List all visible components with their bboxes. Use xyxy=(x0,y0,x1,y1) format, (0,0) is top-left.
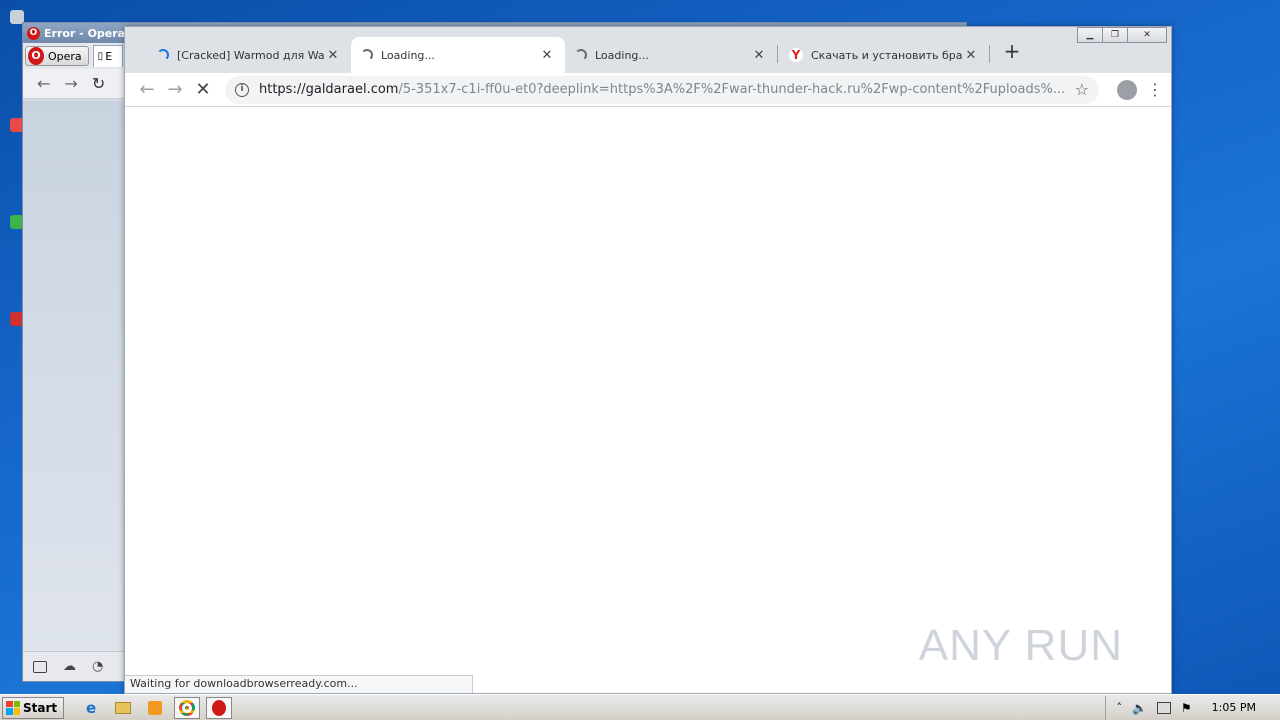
tab-3[interactable]: Loading... ✕ xyxy=(565,37,777,73)
taskbar-ie-icon[interactable]: e xyxy=(78,697,104,719)
loading-spinner-icon xyxy=(575,49,587,61)
speed-dial-icon[interactable]: ◔ xyxy=(92,659,103,674)
tab-title: Loading... xyxy=(595,48,649,62)
taskbar-explorer-icon[interactable] xyxy=(110,697,136,719)
forward-arrow-icon[interactable]: → xyxy=(64,74,77,93)
minimize-button[interactable]: ▁ xyxy=(1077,27,1103,43)
forward-button[interactable]: → xyxy=(161,76,189,104)
kebab-menu-icon[interactable]: ⋮ xyxy=(1147,80,1163,99)
chrome-toolbar: ← → ✕ i https://galdarael.com /5-351x7-c… xyxy=(125,73,1171,107)
windows-logo-icon xyxy=(6,700,20,715)
opera-bottombar: ☁ ◔ xyxy=(23,651,123,681)
tray-expand-icon[interactable]: ˄ xyxy=(1116,701,1122,714)
tab-1[interactable]: [Cracked] Warmod для War Th ✕ xyxy=(147,37,351,73)
tab-4[interactable]: Y Скачать и установить брауз ✕ xyxy=(779,37,989,73)
opera-logo-icon: O xyxy=(27,26,40,40)
info-icon[interactable]: i xyxy=(235,82,249,97)
tab-separator xyxy=(989,45,990,63)
tab-2-active[interactable]: Loading... ✕ xyxy=(351,37,565,73)
loading-spinner-icon xyxy=(361,49,373,61)
page-content: ANY RUN Waiting for downloadbrowserready… xyxy=(125,107,1171,693)
opera-window-title: Error - Opera xyxy=(44,26,126,40)
yandex-icon: Y xyxy=(789,48,803,62)
tab-title: [Cracked] Warmod для War Th xyxy=(177,48,325,62)
close-tab-icon[interactable]: ✕ xyxy=(539,48,555,63)
reload-icon[interactable]: ↻ xyxy=(92,74,105,93)
profile-avatar[interactable] xyxy=(1117,79,1137,100)
close-tab-icon[interactable]: ✕ xyxy=(963,48,979,63)
anyrun-watermark: ANY RUN xyxy=(918,621,1123,670)
window-controls: ▁ ❐ ✕ xyxy=(1077,27,1167,43)
opera-menu-label: Opera xyxy=(48,49,82,63)
panel-toggle-icon[interactable] xyxy=(33,660,47,673)
status-bubble: Waiting for downloadbrowserready.com... xyxy=(125,675,473,693)
url-path: /5-351x7-c1i-ff0u-et0?deeplink=https%3A%… xyxy=(398,82,1066,97)
page-icon: ▯ xyxy=(97,51,104,62)
opera-tab[interactable]: ▯ E xyxy=(92,45,123,67)
close-tab-icon[interactable]: ✕ xyxy=(751,48,767,63)
start-button[interactable]: Start xyxy=(2,696,65,719)
opera-menu-logo-icon: O xyxy=(28,47,44,65)
taskbar-chrome-icon[interactable] xyxy=(174,696,201,719)
tab-title: Loading... xyxy=(381,48,435,62)
network-icon[interactable] xyxy=(1156,701,1171,714)
bookmark-star-icon[interactable]: ☆ xyxy=(1075,80,1089,99)
restore-button[interactable]: ❐ xyxy=(1102,27,1128,43)
opera-menu-button[interactable]: O Opera xyxy=(25,46,89,66)
close-tab-icon[interactable]: ✕ xyxy=(325,48,341,63)
start-label: Start xyxy=(23,700,58,715)
new-tab-button[interactable]: + xyxy=(1001,41,1023,61)
loading-spinner-icon xyxy=(157,49,169,61)
tab-separator xyxy=(777,45,778,63)
opera-tab-label: E xyxy=(105,50,113,63)
close-window-button[interactable]: ✕ xyxy=(1127,27,1167,43)
taskbar-media-player-icon[interactable] xyxy=(142,697,168,719)
address-bar[interactable]: i https://galdarael.com /5-351x7-c1i-ff0… xyxy=(225,75,1099,104)
opera-content xyxy=(23,101,123,651)
tab-title: Скачать и установить брауз xyxy=(811,48,963,62)
volume-icon[interactable]: 🔈 xyxy=(1132,701,1147,715)
url-host: https://galdarael.com xyxy=(259,82,399,97)
back-button[interactable]: ← xyxy=(133,76,161,104)
taskbar-clock[interactable]: 1:05 PM xyxy=(1212,701,1256,714)
stop-loading-button[interactable]: ✕ xyxy=(189,76,217,104)
chrome-tabstrip: [Cracked] Warmod для War Th ✕ Loading...… xyxy=(125,27,1171,73)
back-arrow-icon[interactable]: ← xyxy=(37,74,50,93)
taskbar: Start e ˄ 🔈 ⚑ 1:05 PM xyxy=(0,694,1280,720)
cloud-icon[interactable]: ☁ xyxy=(63,659,76,674)
action-center-flag-icon[interactable]: ⚑ xyxy=(1181,701,1192,715)
taskbar-opera-icon[interactable] xyxy=(206,696,233,719)
chrome-window[interactable]: [Cracked] Warmod для War Th ✕ Loading...… xyxy=(124,26,1172,694)
system-tray: ˄ 🔈 ⚑ 1:05 PM xyxy=(1105,695,1280,720)
